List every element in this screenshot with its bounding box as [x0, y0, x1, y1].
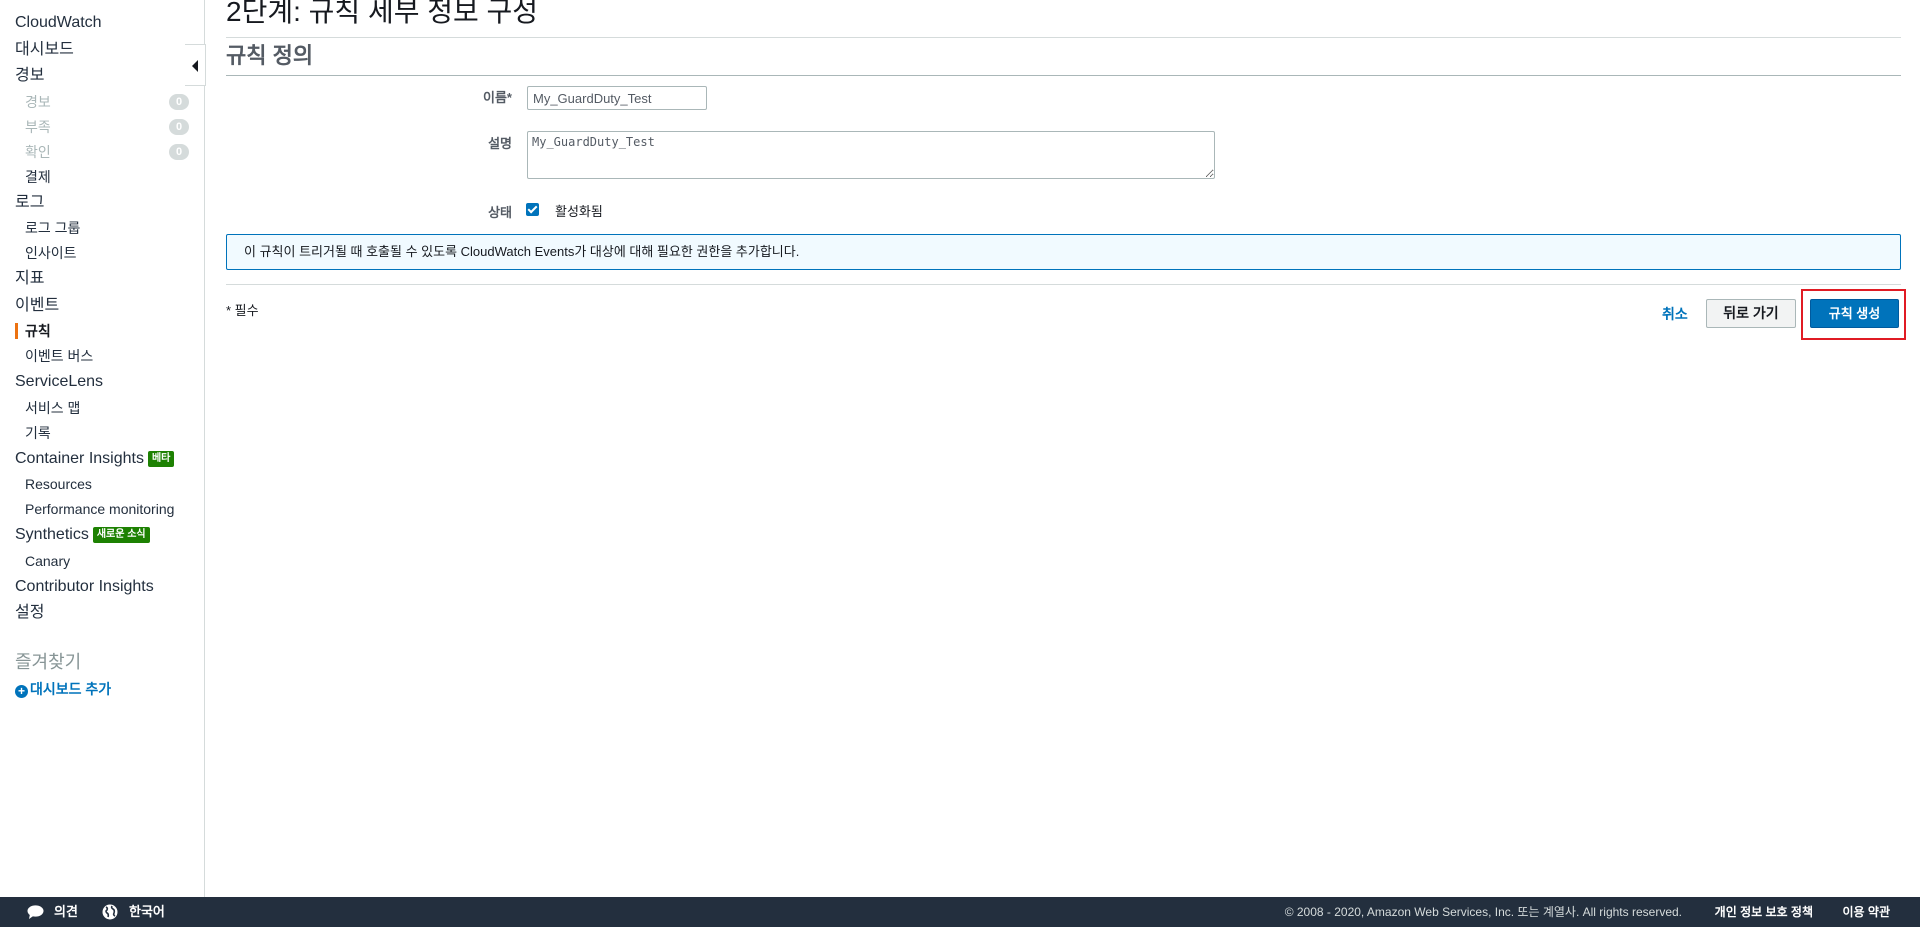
sidebar: CloudWatch 대시보드 경보 경보 0 부족 0 확인 0 결제 로그 로그 …	[0, 0, 205, 897]
rule-description-textarea[interactable]: My_GuardDuty_Test	[527, 131, 1215, 179]
info-alert-text: 이 규칙이 트리거될 때 호출될 수 있도록 CloudWatch Events…	[244, 244, 800, 259]
privacy-policy-link[interactable]: 개인 정보 보호 정책	[1715, 897, 1813, 927]
sidebar-item-label: 부족	[25, 118, 51, 135]
sidebar-item-label: 경보	[25, 93, 51, 110]
divider	[226, 284, 1901, 285]
new-badge: 새로운 소식	[92, 527, 150, 543]
add-dashboard-link[interactable]: + 대시보드 추가	[0, 679, 204, 699]
sidebar-item-settings[interactable]: 설정	[0, 602, 204, 629]
add-dashboard-label: 대시보드 추가	[30, 680, 112, 697]
back-button[interactable]: 뒤로 가기	[1706, 299, 1796, 328]
state-label: 상태	[488, 205, 512, 220]
sidebar-item-dashboards[interactable]: 대시보드	[0, 39, 204, 66]
cancel-button[interactable]: 취소	[1662, 304, 1688, 324]
ok-count-badge: 0	[169, 143, 189, 160]
sidebar-item-contributor-insights[interactable]: Contributor Insights	[0, 576, 204, 603]
enabled-checkbox-label[interactable]: 활성화됨	[555, 201, 603, 220]
create-rule-button[interactable]: 규칙 생성	[1810, 299, 1899, 328]
sidebar-item-events[interactable]: 이벤트	[0, 295, 204, 322]
section-title: 규칙 정의	[226, 43, 314, 68]
sidebar-item-ok[interactable]: 확인 0	[0, 142, 204, 167]
sidebar-item-traces[interactable]: 기록	[0, 423, 204, 448]
sidebar-item-container-insights[interactable]: Container Insights 베타	[0, 448, 204, 475]
sidebar-item-canary[interactable]: Canary	[0, 551, 204, 576]
sidebar-item-alarm-state[interactable]: 경보 0	[0, 92, 204, 117]
sidebar-item-service-map[interactable]: 서비스 맵	[0, 398, 204, 423]
globe-icon	[102, 904, 118, 920]
sidebar-item-metrics[interactable]: 지표	[0, 268, 204, 295]
sidebar-item-cloudwatch[interactable]: CloudWatch	[0, 12, 204, 39]
sidebar-item-resources[interactable]: Resources	[0, 474, 204, 499]
beta-badge: 베타	[147, 450, 175, 467]
speech-bubble-icon	[27, 905, 44, 919]
info-alert: 이 규칙이 트리거될 때 호출될 수 있도록 CloudWatch Events…	[226, 234, 1901, 270]
plus-circle-icon: +	[15, 684, 28, 698]
enabled-checkbox[interactable]	[526, 203, 539, 216]
divider	[226, 75, 1901, 76]
alarm-count-badge: 0	[169, 93, 189, 110]
page-title: 2단계: 규칙 세부 정보 구성	[226, 0, 539, 27]
insufficient-count-badge: 0	[169, 118, 189, 135]
required-note: * 필수	[226, 303, 259, 318]
sidebar-nav: CloudWatch 대시보드 경보 경보 0 부족 0 확인 0 결제 로그 로그 …	[0, 12, 204, 699]
name-label: 이름*	[483, 90, 512, 105]
sidebar-item-logs[interactable]: 로그	[0, 192, 204, 219]
sidebar-item-performance-monitoring[interactable]: Performance monitoring	[0, 499, 204, 524]
sidebar-item-event-buses[interactable]: 이벤트 버스	[0, 346, 204, 371]
sidebar-item-insufficient[interactable]: 부족 0	[0, 117, 204, 142]
sidebar-item-label: Synthetics	[15, 526, 89, 543]
sidebar-item-label: 확인	[25, 143, 51, 160]
sidebar-item-billing[interactable]: 결제	[0, 167, 204, 192]
divider	[226, 37, 1901, 38]
sidebar-item-insights[interactable]: 인사이트	[0, 243, 204, 268]
footer: 의견 한국어 © 2008 - 2020, Amazon Web Service…	[0, 897, 1920, 927]
description-label: 설명	[488, 136, 512, 151]
favorites-heading: 즐겨찾기	[15, 651, 82, 672]
language-selector[interactable]: 한국어	[129, 897, 165, 927]
sidebar-item-log-groups[interactable]: 로그 그룹	[0, 218, 204, 243]
collapse-sidebar-button[interactable]	[185, 44, 206, 86]
sidebar-item-rules[interactable]: 규칙	[0, 321, 204, 346]
sidebar-item-servicelens[interactable]: ServiceLens	[0, 371, 204, 398]
sidebar-item-label: Container Insights	[15, 449, 144, 467]
sidebar-item-synthetics[interactable]: Synthetics 새로운 소식	[0, 524, 204, 551]
feedback-button[interactable]: 의견	[54, 897, 78, 927]
terms-link[interactable]: 이용 약관	[1843, 897, 1891, 927]
copyright-text: © 2008 - 2020, Amazon Web Services, Inc.…	[1284, 905, 1682, 919]
sidebar-item-alarms[interactable]: 경보	[0, 65, 204, 92]
rule-name-input[interactable]	[527, 86, 707, 110]
